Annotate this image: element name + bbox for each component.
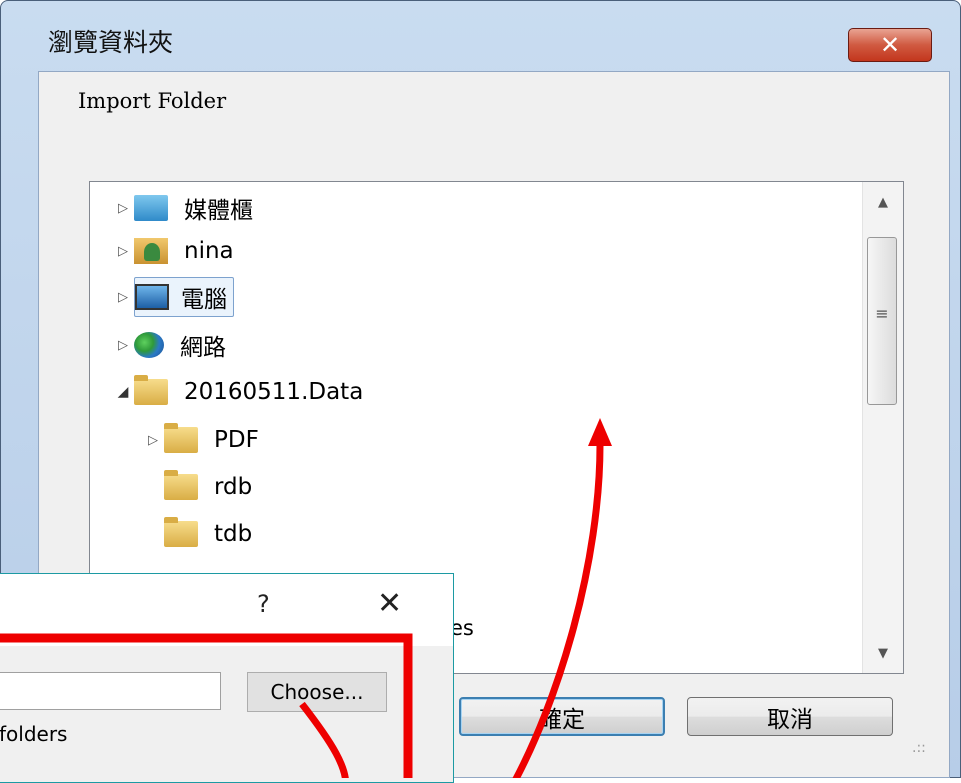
tree-item-network[interactable]: ▷ 網路 — [112, 324, 226, 366]
help-icon[interactable]: ? — [257, 590, 270, 618]
scroll-down-icon[interactable]: ▼ — [863, 633, 903, 673]
user-folder-icon — [134, 238, 168, 264]
ok-button[interactable]: 確定 — [459, 697, 665, 736]
import-dialog-titlebar: ? ✕ — [0, 574, 453, 646]
close-button[interactable]: ✕ — [848, 28, 932, 62]
tree-item-libraries[interactable]: ▷ 媒體櫃 — [112, 187, 253, 229]
expand-icon[interactable]: ▷ — [142, 433, 164, 448]
close-icon[interactable]: ✕ — [377, 586, 402, 621]
tree-item-label: 20160511.Data — [184, 379, 364, 405]
tree-item-computer[interactable]: ▷ 電腦 — [112, 276, 234, 318]
libraries-icon — [134, 195, 168, 221]
tree-item-label: tdb — [214, 521, 253, 547]
subfolders-label: folders — [0, 722, 68, 746]
grip-icon: ≡ — [875, 304, 889, 323]
resize-grip-icon[interactable]: .:: — [912, 740, 926, 756]
tree-item-user[interactable]: ▷ nina — [112, 230, 234, 272]
tree-item-data-folder[interactable]: ◢ 20160511.Data — [112, 371, 363, 413]
cancel-button[interactable]: 取消 — [687, 697, 893, 736]
tree-item-label: 電腦 — [181, 287, 227, 313]
expand-icon[interactable]: ▷ — [112, 201, 134, 216]
tree-item-rdb[interactable]: rdb — [142, 466, 252, 508]
folder-icon — [134, 375, 168, 405]
collapse-icon[interactable]: ◢ — [112, 384, 134, 400]
expand-icon[interactable]: ▷ — [112, 290, 134, 305]
tree-item-label: PDF — [214, 427, 259, 453]
tree-item-tdb[interactable]: tdb — [142, 513, 252, 555]
scroll-thumb[interactable]: ≡ — [867, 237, 897, 405]
choose-button[interactable]: Choose... — [247, 672, 387, 712]
import-dialog: ? ✕ Choose... folders — [0, 573, 454, 783]
folder-path-input[interactable] — [0, 672, 221, 710]
folder-icon — [164, 470, 198, 500]
tree-item-pdf[interactable]: ▷ PDF — [142, 419, 259, 461]
expand-icon[interactable]: ▷ — [112, 244, 134, 259]
tree-item-label: 網路 — [180, 335, 226, 361]
dialog-title: 瀏覽資料夾 — [48, 28, 174, 57]
expand-icon[interactable]: ▷ — [112, 338, 134, 353]
selected-item-highlight: 電腦 — [134, 277, 234, 317]
folder-icon — [164, 517, 198, 547]
tree-item-label: 媒體櫃 — [184, 198, 253, 224]
network-icon — [134, 332, 164, 358]
dialog-prompt: Import Folder — [78, 89, 227, 113]
scroll-up-icon[interactable]: ▲ — [863, 182, 903, 222]
tree-item-label: rdb — [214, 474, 253, 500]
folder-icon — [164, 423, 198, 453]
computer-icon — [135, 284, 169, 310]
close-icon: ✕ — [879, 31, 901, 59]
vertical-scrollbar[interactable]: ▲ ≡ ▼ — [862, 182, 903, 673]
tree-item-label: nina — [184, 238, 234, 264]
